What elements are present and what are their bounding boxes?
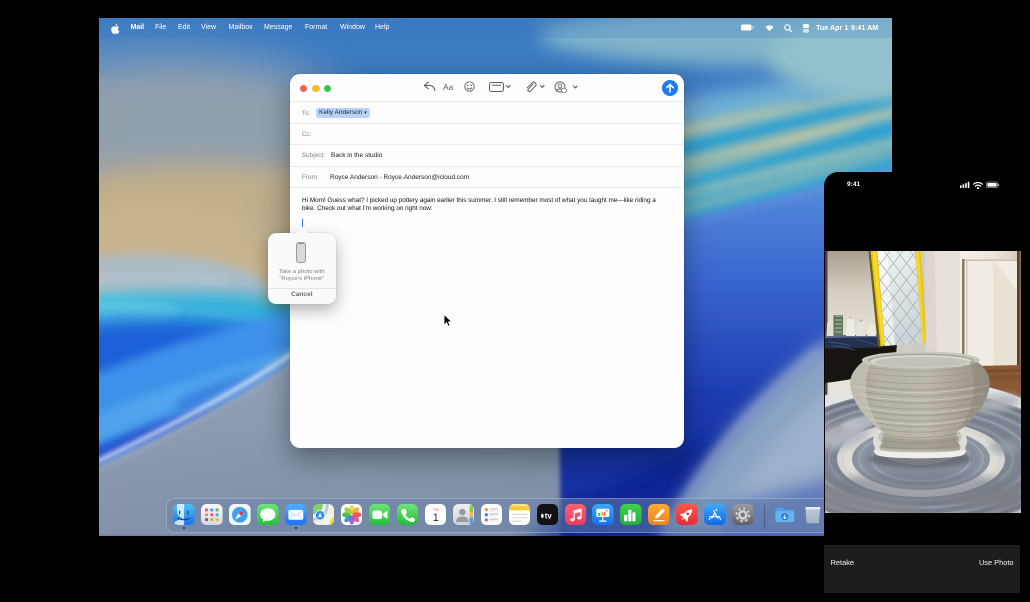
svg-text:tv: tv xyxy=(544,511,552,520)
svg-text:1: 1 xyxy=(432,512,438,524)
svg-text:Tue: Tue xyxy=(433,507,439,511)
